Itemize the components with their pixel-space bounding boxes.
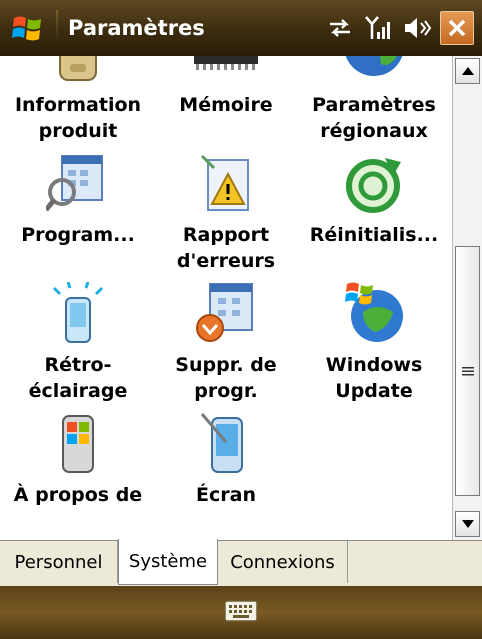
settings-item-label: Réinitialis...: [309, 224, 439, 246]
connectivity-arrows-icon[interactable]: [326, 16, 354, 40]
settings-item-label: Écran: [196, 484, 256, 506]
arrow-up-icon: [461, 67, 474, 75]
remove-programs-icon: [151, 278, 301, 344]
settings-item-label: Mémoire: [179, 94, 273, 116]
settings-item-label: Rapport d'erreurs: [176, 224, 276, 272]
memory-chip-icon: [151, 56, 301, 84]
scroll-thumb[interactable]: [455, 246, 480, 496]
settings-item-screen[interactable]: Écran: [151, 408, 301, 538]
tab-systeme[interactable]: Système: [118, 539, 218, 585]
window-title: Paramètres: [68, 16, 205, 40]
settings-item-windows-update[interactable]: Windows Update: [299, 278, 449, 408]
signal-strength-icon[interactable]: [364, 14, 392, 42]
grid-row: Information produit Mémoire Paramètres r…: [0, 56, 452, 148]
backlight-icon: [3, 278, 153, 344]
settings-grid-viewport[interactable]: Information produit Mémoire Paramètres r…: [0, 56, 452, 540]
screen-stylus-icon: [151, 408, 301, 474]
bottom-bar: [0, 586, 482, 639]
settings-item-about[interactable]: À propos de: [3, 408, 153, 538]
settings-item-label: À propos de: [13, 484, 143, 506]
settings-item-programs[interactable]: Program...: [3, 148, 153, 278]
reset-icon: [299, 148, 449, 214]
pda-device-icon: [3, 56, 153, 84]
settings-item-label: Information produit: [14, 94, 142, 142]
globe-icon: [299, 56, 449, 84]
settings-item-remove-programs[interactable]: Suppr. de progr.: [151, 278, 301, 408]
settings-item-label: Program...: [21, 224, 135, 246]
title-separator: [56, 10, 58, 46]
settings-item-reset[interactable]: Réinitialis...: [299, 148, 449, 278]
vertical-scrollbar[interactable]: [452, 56, 482, 540]
close-icon: [448, 19, 466, 37]
windows-update-icon: [299, 278, 449, 344]
scroll-up-button[interactable]: [455, 58, 480, 84]
start-button[interactable]: [0, 0, 56, 56]
about-device-icon: [3, 408, 153, 474]
program-settings-icon: [3, 148, 153, 214]
status-icons: [326, 14, 432, 42]
settings-item-label: Rétro- éclairage: [28, 354, 128, 402]
close-button[interactable]: [440, 11, 474, 45]
tab-connexions[interactable]: Connexions: [218, 541, 348, 583]
grid-row: À propos de Écran: [0, 408, 452, 538]
settings-item-memory[interactable]: Mémoire: [151, 56, 301, 148]
tab-personnel[interactable]: Personnel: [0, 541, 118, 583]
title-bar: Paramètres: [0, 0, 482, 56]
error-report-icon: [151, 148, 301, 214]
settings-item-error-report[interactable]: Rapport d'erreurs: [151, 148, 301, 278]
settings-item-regional[interactable]: Paramètres régionaux: [299, 56, 449, 148]
settings-item-label: Suppr. de progr.: [175, 354, 277, 402]
grid-row: Rétro- éclairage Suppr. de progr. Window…: [0, 278, 452, 408]
tab-bar: Personnel Système Connexions: [0, 539, 482, 586]
grid-row: Program... Rapport d'erreurs Réinitialis…: [0, 148, 452, 278]
settings-item-label: Windows Update: [325, 354, 423, 402]
settings-item-product-info[interactable]: Information produit: [3, 56, 153, 148]
keyboard-icon: [224, 599, 258, 622]
speaker-volume-icon[interactable]: [402, 15, 432, 41]
arrow-down-icon: [461, 520, 474, 528]
settings-item-label: Paramètres régionaux: [312, 94, 436, 142]
settings-item-backlight[interactable]: Rétro- éclairage: [3, 278, 153, 408]
keyboard-button[interactable]: [224, 599, 258, 626]
grip-icon: [461, 367, 474, 376]
windows-flag-icon: [12, 16, 41, 41]
scroll-down-button[interactable]: [455, 511, 480, 537]
